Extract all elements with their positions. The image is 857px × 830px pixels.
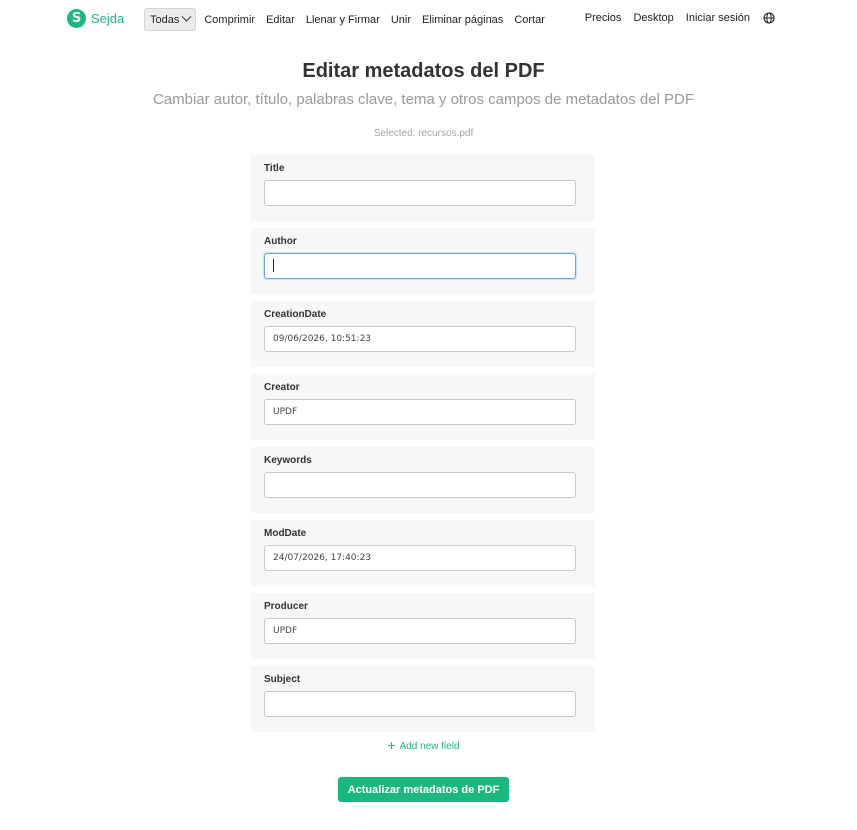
field-keywords: Keywords	[251, 447, 595, 513]
chevron-down-icon	[181, 11, 192, 22]
text-caret	[273, 259, 274, 272]
creator-input[interactable]	[264, 399, 576, 425]
nav-item-eliminar-paginas[interactable]: Eliminar páginas	[422, 14, 503, 26]
field-creator: Creator	[251, 374, 595, 440]
dropdown-label: Todas	[150, 13, 180, 26]
update-metadata-button[interactable]: Actualizar metadatos de PDF	[338, 777, 509, 802]
field-label: Creator	[264, 382, 300, 393]
field-creation-date: CreationDate	[251, 301, 595, 367]
nav-item-llenar-firmar[interactable]: Llenar y Firmar	[306, 14, 380, 26]
subject-input[interactable]	[264, 691, 576, 717]
keywords-input[interactable]	[264, 472, 576, 498]
sejda-logo[interactable]: S Sejda	[67, 9, 124, 28]
field-title: Title	[251, 155, 595, 221]
field-subject: Subject	[251, 666, 595, 732]
nav-item-unir[interactable]: Unir	[391, 14, 411, 26]
field-label: Keywords	[264, 455, 312, 466]
field-label: Author	[264, 236, 297, 247]
producer-input[interactable]	[264, 618, 576, 644]
add-field-label: Add new field	[399, 741, 460, 752]
page-subtitle: Cambiar autor, título, palabras clave, t…	[152, 91, 695, 108]
metadata-form: Title Author CreationDate Creator Keywor…	[251, 155, 595, 739]
top-navbar: S Sejda Todas Comprimir Editar Llenar y …	[0, 0, 857, 38]
field-label: Producer	[264, 601, 308, 612]
all-tools-dropdown[interactable]: Todas	[144, 8, 197, 31]
plus-icon: +	[387, 737, 396, 753]
field-mod-date: ModDate	[251, 520, 595, 586]
logo-icon: S	[67, 9, 86, 28]
field-author: Author	[251, 228, 595, 294]
add-new-field-link[interactable]: + Add new field	[0, 737, 847, 753]
field-label: Subject	[264, 674, 301, 685]
author-input[interactable]	[264, 253, 576, 279]
globe-icon[interactable]	[763, 12, 775, 24]
field-label: ModDate	[264, 528, 307, 539]
logo-text: Sejda	[91, 11, 125, 26]
nav-item-precios[interactable]: Precios	[585, 12, 622, 24]
title-input[interactable]	[264, 180, 576, 206]
field-label: Title	[264, 163, 285, 174]
nav-item-comprimir[interactable]: Comprimir	[204, 14, 255, 26]
nav-item-desktop[interactable]: Desktop	[633, 12, 673, 24]
field-producer: Producer	[251, 593, 595, 659]
selected-file-label: Selected: recursos.pdf	[373, 128, 474, 139]
nav-item-cortar[interactable]: Cortar	[514, 14, 545, 26]
nav-item-iniciar-sesion[interactable]: Iniciar sesión	[686, 12, 750, 24]
page-title: Editar metadatos del PDF	[302, 60, 545, 82]
nav-right: Precios Desktop Iniciar sesión	[573, 12, 775, 24]
mod-date-input[interactable]	[264, 545, 576, 571]
nav-links: Todas Comprimir Editar Llenar y Firmar U…	[144, 8, 556, 31]
field-label: CreationDate	[264, 309, 327, 320]
creation-date-input[interactable]	[264, 326, 576, 352]
nav-item-editar[interactable]: Editar	[266, 14, 295, 26]
